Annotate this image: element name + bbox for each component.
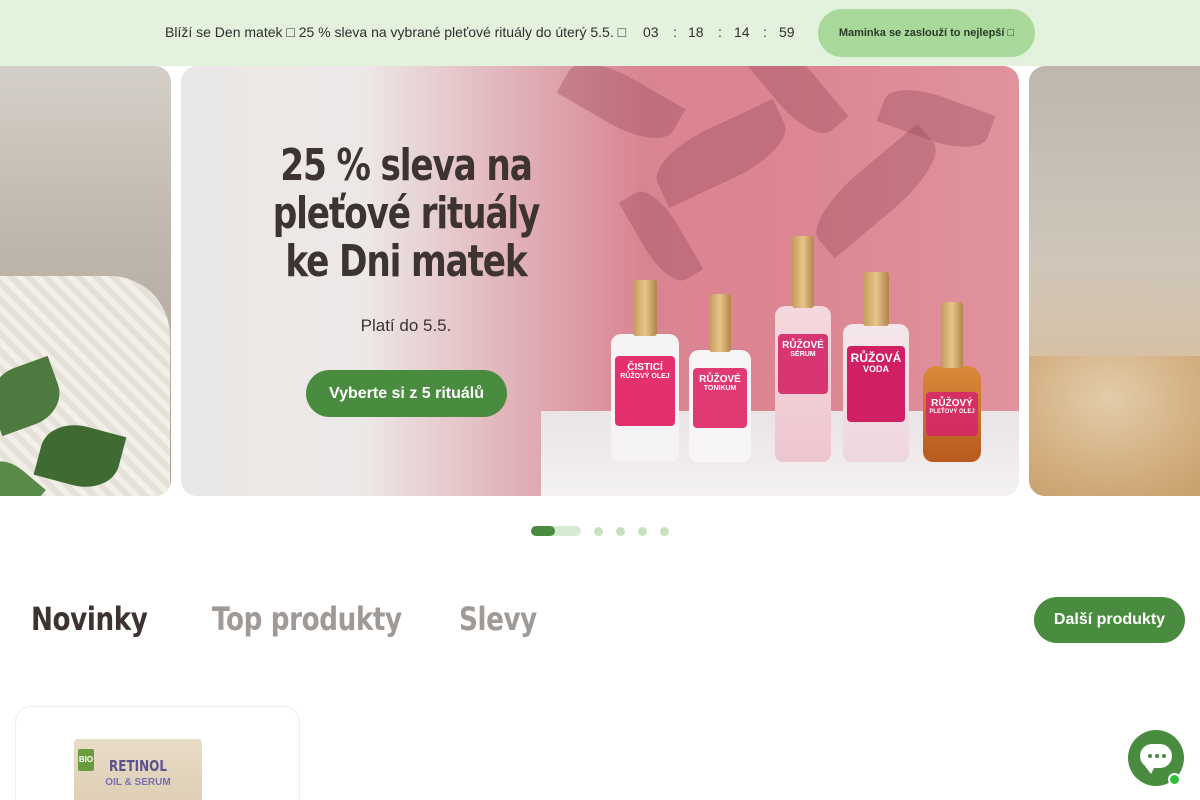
bottle-label-line1: RŮŽOVÉ: [782, 340, 824, 351]
countdown-minutes: 14: [734, 24, 750, 40]
bottle-label: ČISTICÍ RŮŽOVÝ OLEJ: [615, 356, 675, 426]
product-bottle: RŮŽOVÉ SÉRUM: [775, 236, 831, 462]
bottle-pump: [633, 280, 657, 336]
choose-ritual-button[interactable]: Vyberte si z 5 rituálů: [306, 370, 507, 417]
product-bottle: RŮŽOVÁ VODA: [843, 272, 909, 462]
slider-pagination: [531, 526, 731, 536]
pagination-dot[interactable]: [660, 527, 669, 536]
product-box-subtitle: OIL & SERUM: [105, 777, 171, 788]
mothers-day-button[interactable]: Maminka se zaslouží to nejlepší □: [818, 9, 1035, 57]
countdown-seconds: 59: [779, 24, 795, 40]
shadow-decoration: [556, 66, 686, 153]
countdown-days: 03: [643, 24, 659, 40]
bottle-label-line2: PLEŤOVÝ OLEJ: [929, 409, 975, 415]
countdown-separator: :: [763, 24, 767, 40]
countdown-separator: :: [673, 24, 677, 40]
bottle-label: RŮŽOVÝ PLEŤOVÝ OLEJ: [926, 392, 978, 436]
announcement-text: Blíží se Den matek □ 25 % sleva na vybra…: [165, 24, 627, 40]
pagination-dot[interactable]: [638, 527, 647, 536]
sand-image: [1029, 356, 1200, 496]
bottle-label-line1: RŮŽOVÝ: [931, 398, 973, 409]
shadow-decoration: [802, 123, 950, 259]
bottle-label: RŮŽOVÉ SÉRUM: [778, 334, 828, 394]
tab-slevy[interactable]: Slevy: [459, 600, 537, 638]
countdown-hours: 18: [688, 24, 704, 40]
more-products-button[interactable]: Další produkty: [1034, 597, 1185, 643]
bottle-label-line2: VODA: [862, 364, 889, 375]
online-dot-icon: [1168, 773, 1181, 786]
tab-novinky[interactable]: Novinky: [31, 600, 148, 638]
tab-top-produkty[interactable]: Top produkty: [212, 600, 402, 638]
hero-slide[interactable]: ČISTICÍ RŮŽOVÝ OLEJ RŮŽOVÉ TONIKUM RŮŽOV…: [181, 66, 1019, 496]
product-image: BIO RETINOL OIL & SERUM: [74, 739, 202, 800]
shadow-decoration: [618, 182, 704, 290]
bottle-label-line2: SÉRUM: [790, 351, 816, 358]
bottle-pump: [863, 272, 889, 326]
bottle-label-line2: RŮŽOVÝ OLEJ: [620, 373, 670, 380]
bottle-pump: [792, 236, 814, 308]
pagination-dot[interactable]: [594, 527, 603, 536]
hero-title: 25 % sleva na pleťové rituály ke Dni mat…: [272, 140, 541, 287]
bottle-label-line2: TONIKUM: [703, 385, 737, 392]
slide-next[interactable]: [1029, 66, 1200, 496]
announcement-bar: Blíží se Den matek □ 25 % sleva na vybra…: [0, 0, 1200, 66]
product-box-title: RETINOL: [109, 757, 167, 775]
bottle-dropper: [941, 302, 963, 368]
bottle-label-line1: RŮŽOVÉ: [699, 374, 741, 385]
product-card[interactable]: BIO RETINOL OIL & SERUM: [15, 706, 300, 800]
bottle-label: RŮŽOVÉ TONIKUM: [692, 368, 748, 428]
bottle-label: RŮŽOVÁ VODA: [846, 346, 906, 422]
countdown-separator: :: [718, 24, 722, 40]
chat-typing-dots: [1148, 754, 1166, 758]
product-bottle: RŮŽOVÝ PLEŤOVÝ OLEJ: [923, 302, 981, 462]
pagination-dot[interactable]: [616, 527, 625, 536]
slide-previous[interactable]: [0, 66, 171, 496]
pagination-dot-active[interactable]: [531, 526, 581, 536]
bottle-pump: [709, 294, 731, 352]
bottle-label-line1: ČISTICÍ: [627, 362, 663, 373]
product-bottle: RŮŽOVÉ TONIKUM: [689, 294, 751, 462]
hero-subtitle: Platí do 5.5.: [360, 316, 452, 335]
chat-bubble-icon: [1140, 744, 1172, 774]
pagination-progress: [531, 526, 555, 536]
product-bottle: ČISTICÍ RŮŽOVÝ OLEJ: [611, 280, 679, 462]
